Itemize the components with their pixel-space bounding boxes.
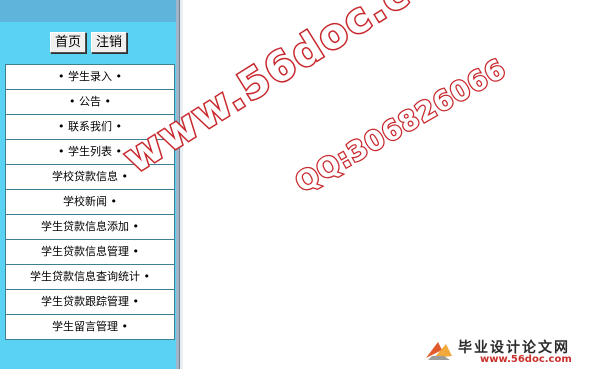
menu-item-label: • 学生列表 • (58, 145, 122, 158)
menu-item-student-entry[interactable]: • 学生录入 • (5, 65, 175, 90)
menu-item-label: 学生贷款信息添加 • (41, 220, 139, 233)
menu-item-label: 学校新闻 • (63, 195, 117, 208)
menu-item-label: • 学生录入 • (58, 70, 122, 83)
frame-divider-highlight (180, 0, 183, 369)
menu-item-label: • 联系我们 • (58, 120, 122, 133)
menu-item-label: • 公告 • (69, 95, 111, 108)
logo-icon (426, 342, 452, 360)
menu-item-label: 学生贷款信息查询统计 • (30, 270, 150, 283)
site-logo: 毕业设计论文网 www.56doc.com (420, 336, 590, 366)
menu-item-label: 学校贷款信息 • (52, 170, 128, 183)
sidebar-menu: • 学生录入 • • 公告 • • 联系我们 • • 学生列表 • 学校贷款信息… (5, 64, 175, 340)
watermark-qq: QQ:306826066 (289, 52, 513, 200)
menu-item-school-news[interactable]: 学校新闻 • (5, 190, 175, 215)
menu-item-label: 学生贷款跟踪管理 • (41, 295, 139, 308)
menu-item-loan-info-manage[interactable]: 学生贷款信息管理 • (5, 240, 175, 265)
menu-item-label: 学生贷款信息管理 • (41, 245, 139, 258)
sidebar: 首页 注销 • 学生录入 • • 公告 • • 联系我们 • • 学生列表 • … (0, 0, 183, 369)
sidebar-header-bar (0, 0, 176, 22)
menu-item-loan-info-add[interactable]: 学生贷款信息添加 • (5, 215, 175, 240)
logo-url: www.56doc.com (480, 354, 572, 365)
menu-item-loan-info-query-stats[interactable]: 学生贷款信息查询统计 • (5, 265, 175, 290)
header-buttons: 首页 注销 (50, 32, 128, 53)
menu-item-loan-tracking[interactable]: 学生贷款跟踪管理 • (5, 290, 175, 315)
logout-button[interactable]: 注销 (91, 32, 128, 53)
menu-item-message-manage[interactable]: 学生留言管理 • (5, 315, 175, 340)
menu-item-label: 学生留言管理 • (52, 320, 128, 333)
home-button[interactable]: 首页 (50, 32, 87, 53)
menu-item-announcement[interactable]: • 公告 • (5, 90, 175, 115)
